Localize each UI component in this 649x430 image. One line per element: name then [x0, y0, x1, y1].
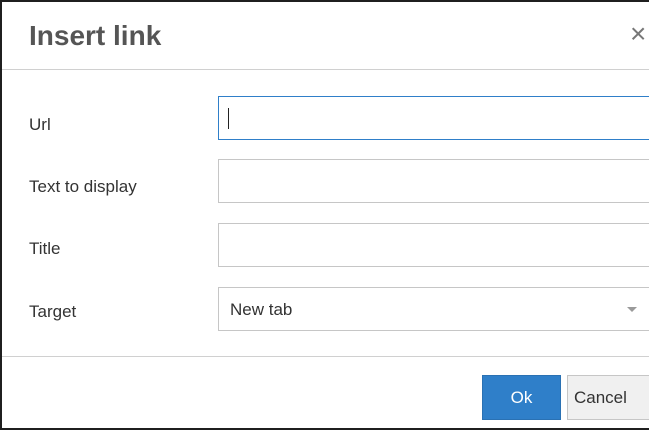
- text-to-display-input[interactable]: [218, 159, 649, 203]
- target-selected-value: New tab: [230, 300, 293, 319]
- close-icon[interactable]: ×: [630, 20, 646, 48]
- insert-link-dialog: Insert link × Url Text to display Title …: [0, 0, 649, 430]
- dialog-title: Insert link: [29, 20, 162, 51]
- cancel-button[interactable]: Cancel: [567, 375, 649, 420]
- text-cursor: [228, 108, 229, 129]
- footer-divider: [2, 356, 649, 357]
- target-select[interactable]: New tab: [218, 287, 649, 331]
- target-label: Target: [29, 302, 77, 321]
- dialog-header: Insert link ×: [2, 2, 649, 70]
- ok-button[interactable]: Ok: [482, 375, 561, 420]
- title-input[interactable]: [218, 223, 649, 267]
- chevron-down-icon: [627, 307, 637, 312]
- text-to-display-label: Text to display: [29, 177, 137, 196]
- url-label: Url: [29, 115, 51, 134]
- title-label: Title: [29, 239, 61, 258]
- url-input[interactable]: [218, 96, 649, 140]
